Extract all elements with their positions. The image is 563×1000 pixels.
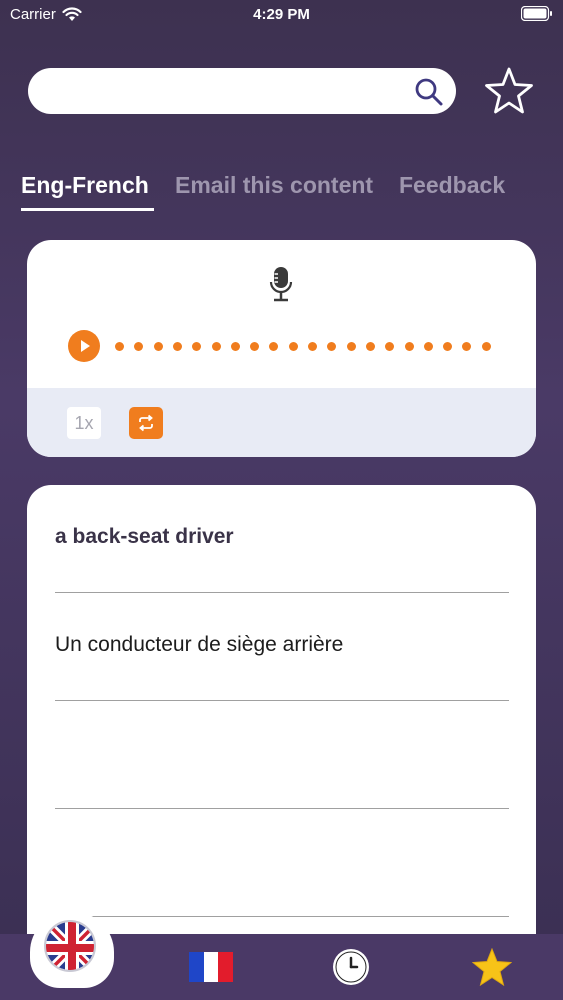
- tab-feedback[interactable]: Feedback: [399, 172, 505, 199]
- audio-progress-track[interactable]: [115, 342, 505, 352]
- uk-flag-icon[interactable]: [44, 920, 96, 972]
- translation-row: Un conducteur de siège arrière: [55, 593, 509, 701]
- search-input[interactable]: [48, 68, 418, 114]
- search-icon[interactable]: [414, 77, 444, 107]
- waveform-dot: [385, 342, 395, 351]
- waveform-dot: [153, 342, 163, 351]
- waveform-dot: [230, 342, 240, 351]
- waveform-dot: [192, 342, 202, 351]
- source-phrase-row: a back-seat driver: [55, 485, 509, 593]
- source-phrase: a back-seat driver: [55, 525, 234, 548]
- tab-email-content[interactable]: Email this content: [175, 172, 373, 199]
- tab-bar: Eng-French Email this content Feedback: [21, 172, 541, 212]
- waveform-dot: [346, 342, 356, 351]
- play-icon: [81, 340, 90, 352]
- tab-eng-french[interactable]: Eng-French: [21, 172, 149, 199]
- waveform-dot: [365, 342, 375, 351]
- waveform-dot: [288, 342, 298, 351]
- status-bar: Carrier 4:29 PM: [0, 0, 563, 30]
- waveform-dot: [423, 342, 433, 351]
- battery-icon: [521, 6, 552, 21]
- waveform-dot: [481, 342, 491, 351]
- repeat-icon: [139, 414, 153, 432]
- status-time: 4:29 PM: [253, 6, 310, 23]
- waveform-dot: [308, 342, 317, 351]
- audio-player-card: 1x: [27, 240, 536, 457]
- play-button[interactable]: [68, 330, 100, 362]
- star-icon[interactable]: [472, 948, 512, 986]
- playback-speed-button[interactable]: 1x: [67, 407, 101, 439]
- search-bar[interactable]: [28, 68, 456, 114]
- favorite-star-icon[interactable]: [484, 66, 534, 116]
- waveform-dot: [462, 342, 472, 351]
- empty-row: [55, 809, 509, 917]
- waveform-dot: [250, 342, 260, 351]
- player-controls: 1x: [27, 388, 536, 457]
- microphone-icon[interactable]: [269, 266, 293, 302]
- waveform-dot: [269, 342, 279, 351]
- waveform-dot: [404, 342, 414, 351]
- translated-phrase: Un conducteur de siège arrière: [55, 633, 344, 656]
- active-tab-indicator: [21, 208, 154, 211]
- waveform-dot: [327, 342, 337, 351]
- translation-card: a back-seat driver Un conducteur de sièg…: [27, 485, 536, 945]
- waveform-dot: [211, 342, 221, 351]
- clock-icon[interactable]: [332, 948, 370, 986]
- waveform-dot: [115, 342, 124, 351]
- waveform-dot: [134, 342, 144, 351]
- waveform-dot: [443, 342, 453, 351]
- france-flag-icon[interactable]: [189, 952, 233, 982]
- empty-row: [55, 701, 509, 809]
- repeat-button[interactable]: [129, 407, 163, 439]
- waveform-dot: [172, 342, 182, 351]
